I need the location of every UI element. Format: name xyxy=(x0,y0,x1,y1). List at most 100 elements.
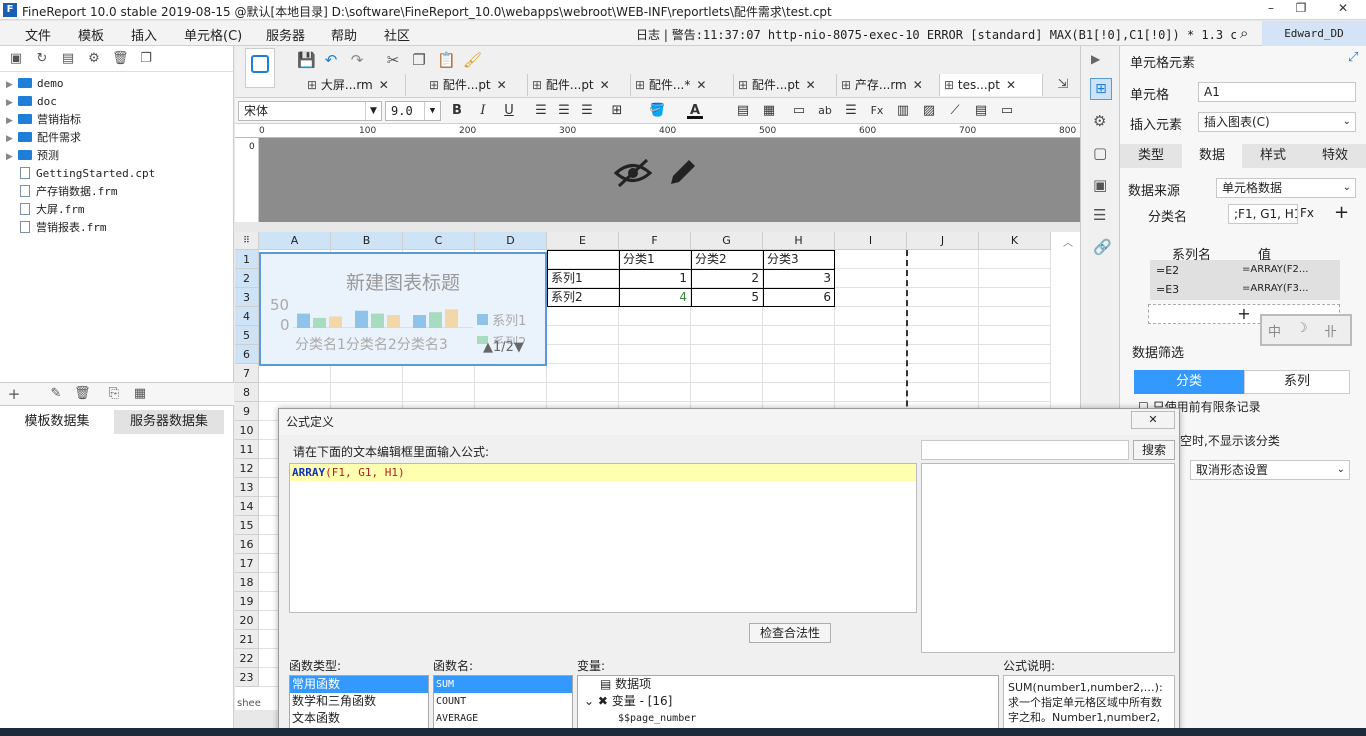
redo-icon[interactable]: ↷ xyxy=(349,52,365,68)
doc-tab[interactable]: ⊞ 配件...pt ✕ xyxy=(425,74,528,96)
row-header[interactable]: 13 xyxy=(235,478,259,497)
close-tab-icon[interactable]: ✕ xyxy=(497,78,507,92)
menu-help[interactable]: 帮助 xyxy=(331,25,357,44)
cell-h2[interactable]: 3 xyxy=(764,269,834,288)
column-header[interactable]: D xyxy=(475,232,547,250)
cell-e2[interactable]: 系列1 xyxy=(548,269,618,288)
tab-list-icon[interactable]: ⇲ xyxy=(1055,77,1071,93)
bold-button[interactable]: B xyxy=(449,103,465,119)
column-header[interactable]: J xyxy=(907,232,979,250)
column-header[interactable]: G xyxy=(691,232,763,250)
menu-cell[interactable]: 单元格(C) xyxy=(184,25,242,44)
doc-tab[interactable]: ⊞ 配件...pt ✕ xyxy=(528,74,631,96)
check-validity-button[interactable]: 检查合法性 xyxy=(749,623,831,643)
menu-template[interactable]: 模板 xyxy=(78,25,104,44)
close-tab-icon[interactable]: ✕ xyxy=(379,78,389,92)
more-icon[interactable]: ▭ xyxy=(999,103,1015,119)
formula-editor[interactable]: ARRAY(F1, G1, H1) xyxy=(289,463,917,613)
expand-arrow-icon[interactable]: ▶ xyxy=(1091,52,1100,66)
cell-input[interactable]: A1 xyxy=(1198,82,1356,102)
column-header[interactable]: H xyxy=(763,232,835,250)
locate-icon[interactable]: ▤ xyxy=(60,51,76,67)
row-header[interactable]: 20 xyxy=(235,611,259,630)
condition-icon[interactable]: ☰ xyxy=(1093,206,1106,224)
row-header[interactable]: 9 xyxy=(235,402,259,421)
row-header[interactable]: 22 xyxy=(235,649,259,668)
scroll-up-icon[interactable]: ︿ xyxy=(1063,234,1073,249)
font-size-select[interactable]: 9.0 ▼ xyxy=(385,101,441,121)
merge-icon[interactable]: ▤ xyxy=(735,103,751,119)
tab-server-dataset[interactable]: 服务器数据集 xyxy=(114,410,224,434)
tab-effect[interactable]: 特效 xyxy=(1304,144,1366,168)
doc-tab[interactable]: ⊞ tes...pt ✕ xyxy=(940,74,1043,96)
filter-tab-category[interactable]: 分类 xyxy=(1134,370,1244,394)
refresh-icon[interactable]: ↻ xyxy=(34,51,50,67)
cell-h3[interactable]: 6 xyxy=(764,288,834,307)
cell-g1[interactable]: 分类2 xyxy=(692,250,762,269)
close-tab-icon[interactable]: ✕ xyxy=(600,78,610,92)
border-icon[interactable]: ⊞ xyxy=(609,103,625,119)
cut-icon[interactable]: ✂ xyxy=(385,52,401,68)
tree-node[interactable]: ▤ 数据项 xyxy=(578,676,998,693)
insert-element-select[interactable]: 插入图表(C) ⌄ xyxy=(1198,112,1356,132)
search-button[interactable]: 搜索 xyxy=(1133,440,1175,460)
row-header[interactable]: 10 xyxy=(235,421,259,440)
menu-community[interactable]: 社区 xyxy=(384,25,410,44)
cell-g3[interactable]: 5 xyxy=(692,288,762,307)
fn-type-list[interactable]: 常用函数 数学和三角函数 文本函数 xyxy=(289,675,429,736)
list-item[interactable]: SUM xyxy=(434,676,572,693)
hide-eye-icon[interactable] xyxy=(613,156,653,190)
fill-color-icon[interactable]: 🪣 xyxy=(649,103,665,119)
row-header[interactable]: 7 xyxy=(235,364,259,383)
expand-icon[interactable]: ⤢ xyxy=(1348,50,1358,65)
dataset-settings-icon[interactable]: ▦ xyxy=(132,386,148,402)
list-item[interactable]: COUNT xyxy=(434,693,572,710)
tree-folder[interactable]: ▶ 配件需求 xyxy=(6,128,81,146)
list-item[interactable]: 数学和三角函数 xyxy=(290,693,428,710)
list-item[interactable]: 常用函数 xyxy=(290,676,428,693)
tree-folder[interactable]: ▶ doc xyxy=(6,92,57,110)
delete-dataset-icon[interactable]: 🗑 xyxy=(74,386,91,402)
series-value-cell[interactable]: =ARRAY(F3... xyxy=(1242,283,1308,294)
widget-icon[interactable]: ▣ xyxy=(1093,176,1107,194)
function-search-input[interactable] xyxy=(921,440,1129,460)
log-line[interactable]: 日志 | 警告:11:37:07 http-nio-8075-exec-10 E… xyxy=(636,26,1236,43)
column-header[interactable]: C xyxy=(403,232,475,250)
minimize-button[interactable]: – xyxy=(1256,0,1286,18)
close-tab-icon[interactable]: ✕ xyxy=(696,78,706,92)
close-tab-icon[interactable]: ✕ xyxy=(1006,78,1016,92)
tree-file[interactable]: 营销报表.frm xyxy=(6,218,107,236)
chart-icon[interactable]: ▥ xyxy=(895,103,911,119)
column-header[interactable]: E xyxy=(547,232,619,250)
edit-pencil-icon[interactable] xyxy=(665,156,699,190)
row-header[interactable]: 14 xyxy=(235,497,259,516)
row-header[interactable]: 11 xyxy=(235,440,259,459)
cell-attr-icon[interactable]: ⚙ xyxy=(1093,112,1106,130)
row-header[interactable]: 19 xyxy=(235,592,259,611)
row-header[interactable]: 1 xyxy=(235,250,259,269)
hyperlink-icon[interactable]: 🔗 xyxy=(1093,238,1112,256)
ime-toolbar[interactable]: 中 ☽ 卝 xyxy=(1260,314,1352,346)
list-item[interactable]: 文本函数 xyxy=(290,710,428,727)
cell-e3[interactable]: 系列2 xyxy=(548,288,618,307)
column-header[interactable]: B xyxy=(331,232,403,250)
ime-fullwidth-icon[interactable]: 卝 xyxy=(1324,321,1337,340)
close-button[interactable]: ✕ xyxy=(1320,0,1366,18)
float-element-icon[interactable]: ▢ xyxy=(1093,144,1107,162)
edit-icon[interactable]: ✎ xyxy=(48,386,64,402)
delete-icon[interactable]: 🗑 xyxy=(112,51,129,67)
row-header[interactable]: 12 xyxy=(235,459,259,478)
menu-insert[interactable]: 插入 xyxy=(131,25,157,44)
row-header[interactable]: 8 xyxy=(235,383,259,402)
menu-server[interactable]: 服务器 xyxy=(266,25,305,44)
table-icon[interactable]: ▦ xyxy=(761,103,777,119)
settings-icon[interactable]: ⚙ xyxy=(86,51,102,67)
align-left-icon[interactable]: ☰ xyxy=(533,103,549,119)
tree-file[interactable]: 产存销数据.frm xyxy=(6,182,118,200)
cell-f1[interactable]: 分类1 xyxy=(620,250,690,269)
legend-pager[interactable]: ▲1/2▼ xyxy=(483,340,524,355)
tree-folder[interactable]: ▶ 营销指标 xyxy=(6,110,81,128)
filter-tab-series[interactable]: 系列 xyxy=(1244,370,1350,394)
row-header[interactable]: 16 xyxy=(235,535,259,554)
list-item[interactable]: AVERAGE xyxy=(434,710,572,727)
